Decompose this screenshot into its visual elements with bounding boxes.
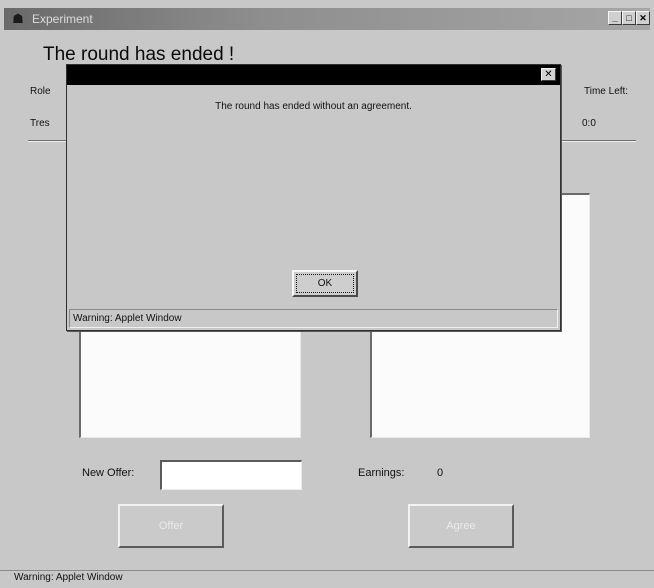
round-ended-headline: The round has ended ! <box>43 44 235 65</box>
earnings-label: Earnings: <box>358 467 405 479</box>
new-offer-input[interactable] <box>160 460 302 490</box>
agree-button[interactable]: Agree <box>408 504 514 548</box>
time-left-value: 0:0 <box>582 118 596 129</box>
close-button[interactable]: ✕ <box>636 11 650 25</box>
earnings-value: 0 <box>437 467 444 479</box>
dialog-warning-text: Warning: Applet Window <box>69 309 558 328</box>
left-offer-panel <box>79 328 301 438</box>
dialog-message: The round has ended without an agreement… <box>215 101 412 112</box>
role-label: Role <box>30 86 51 97</box>
dialog-close-button[interactable]: ✕ <box>541 68 556 81</box>
ok-button[interactable]: OK <box>292 270 358 297</box>
time-left-label: Time Left: <box>584 86 629 97</box>
new-offer-label: New Offer: <box>82 467 135 479</box>
role-value: Tres <box>30 118 50 129</box>
main-title-bar[interactable]: ☗ Experiment _ □ ✕ <box>4 8 650 30</box>
maximize-button[interactable]: □ <box>622 11 636 25</box>
window-title: Experiment <box>32 12 93 26</box>
app-icon: ☗ <box>12 11 24 26</box>
dialog-title-bar[interactable]: ✕ <box>67 65 560 85</box>
minimize-button[interactable]: _ <box>608 11 622 25</box>
round-ended-dialog: ✕ The round has ended without an agreeme… <box>66 64 561 331</box>
status-warning-text: Warning: Applet Window <box>14 572 123 583</box>
offer-button[interactable]: Offer <box>118 504 224 548</box>
